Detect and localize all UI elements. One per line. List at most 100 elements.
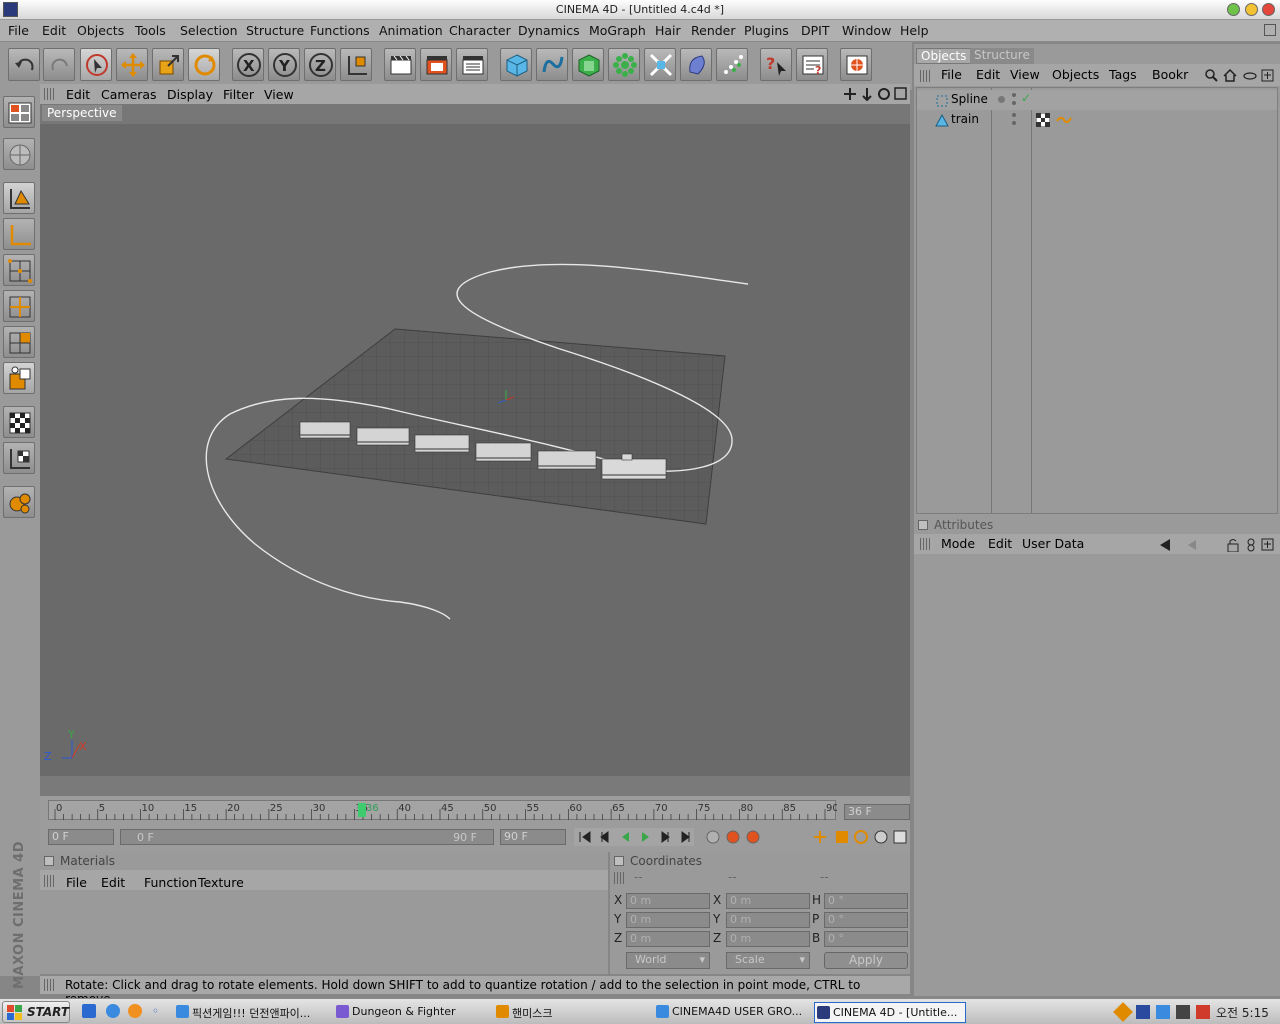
undo-icon[interactable]	[8, 48, 40, 81]
start-button[interactable]: START	[2, 1001, 70, 1023]
render-visibility-dot[interactable]	[1012, 93, 1016, 97]
viewport-menu-display[interactable]: Display	[167, 87, 213, 102]
quicklaunch-extra-icon[interactable]: ◦	[152, 1004, 162, 1018]
viewport-layout-icon[interactable]	[3, 96, 35, 128]
move-icon[interactable]	[116, 48, 148, 81]
tray-icon[interactable]	[1156, 1005, 1170, 1019]
task-item-dungeon[interactable]: Dungeon & Fighter	[334, 1002, 484, 1023]
tray-icon[interactable]	[1113, 1002, 1133, 1022]
materials-list[interactable]	[40, 890, 608, 972]
menu-selection[interactable]: Selection	[180, 23, 238, 38]
pos-z-field[interactable]: 0 m	[626, 931, 710, 947]
timeline-ruler[interactable]: 05101520253035404550556065707580859036	[48, 800, 837, 820]
pos-x-field[interactable]: 0 m	[626, 893, 710, 909]
apply-button[interactable]: Apply	[824, 952, 908, 969]
deformer-icon[interactable]	[644, 48, 676, 81]
uv-mode-icon[interactable]	[3, 442, 35, 474]
quicklaunch-ie-icon[interactable]	[106, 1004, 120, 1018]
tray-icon[interactable]	[1136, 1005, 1150, 1019]
render-visibility-dot[interactable]	[1012, 101, 1016, 105]
nurbs-icon[interactable]	[572, 48, 604, 81]
menu-edit[interactable]: Edit	[42, 23, 66, 38]
size-y-field[interactable]: 0 m	[726, 912, 810, 928]
task-item-cinema4d[interactable]: CINEMA 4D - [Untitle...	[814, 1002, 966, 1023]
materials-menu-edit[interactable]: Edit	[101, 875, 125, 890]
tray-icon[interactable]	[1176, 1005, 1190, 1019]
viewport-menu-view[interactable]: View	[264, 87, 294, 102]
menu-mograph[interactable]: MoGraph	[589, 23, 646, 38]
rot-b-field[interactable]: 0 °	[824, 931, 908, 947]
attributes-menu-user-data[interactable]: User Data	[1022, 536, 1084, 551]
editor-visibility-dot[interactable]	[998, 96, 1005, 103]
redo-icon[interactable]	[43, 48, 75, 81]
texture-mode-icon[interactable]	[3, 406, 35, 438]
viewport-nav-icons[interactable]	[843, 87, 907, 101]
objects-menu-edit[interactable]: Edit	[976, 67, 1000, 82]
maximize-button[interactable]	[1245, 3, 1258, 16]
object-mode-icon[interactable]	[3, 182, 35, 214]
edge-mode-icon[interactable]	[3, 290, 35, 322]
task-item-browser[interactable]: 픽션게임!!! 던전앤파이...	[174, 1002, 324, 1023]
attributes-menu-mode[interactable]: Mode	[941, 536, 975, 551]
objects-menu-view[interactable]: View	[1010, 67, 1040, 82]
help-cursor-icon[interactable]: ?	[760, 48, 792, 81]
tray-icon[interactable]	[1196, 1005, 1210, 1019]
spline-pen-icon[interactable]	[536, 48, 568, 81]
rotate-icon[interactable]	[188, 48, 220, 81]
rot-h-field[interactable]: 0 °	[824, 893, 908, 909]
materials-menu-texture[interactable]: Texture	[198, 875, 244, 890]
object-name-spline[interactable]: Spline	[951, 92, 988, 106]
quicklaunch-desktop-icon[interactable]	[82, 1004, 96, 1018]
coordinate-system-icon[interactable]	[340, 48, 372, 81]
z-axis-icon[interactable]: Z	[304, 48, 336, 81]
viewport-menu-edit[interactable]: Edit	[66, 87, 90, 102]
axis-mode-icon[interactable]	[3, 218, 35, 250]
size-x-field[interactable]: 0 m	[726, 893, 810, 909]
object-name-train[interactable]: train	[951, 112, 979, 126]
render-settings-icon[interactable]	[456, 48, 488, 81]
frame-range-slider[interactable]: 0 F 90 F	[120, 829, 494, 845]
render-visibility-dot[interactable]	[1012, 121, 1016, 125]
x-axis-icon[interactable]: X	[232, 48, 264, 81]
quicklaunch-media-icon[interactable]	[128, 1004, 142, 1018]
objects-header-icons[interactable]	[1204, 69, 1280, 83]
pos-y-field[interactable]: 0 m	[626, 912, 710, 928]
object-row-train[interactable]: train	[917, 110, 1277, 130]
start-frame-field[interactable]: 0 F	[48, 829, 114, 845]
end-frame-field[interactable]: 90 F	[500, 829, 566, 845]
current-frame-field[interactable]: 36 F	[844, 804, 910, 820]
tab-objects[interactable]: Objects	[916, 48, 972, 64]
point-mode-icon[interactable]	[3, 254, 35, 286]
panel-checkbox[interactable]	[918, 520, 928, 530]
menu-window[interactable]: Window	[842, 23, 891, 38]
particle-icon[interactable]	[716, 48, 748, 81]
layout-restore-icon[interactable]	[1264, 24, 1276, 36]
viewport-menu-filter[interactable]: Filter	[223, 87, 254, 102]
align-to-spline-tag-icon[interactable]	[1056, 114, 1072, 126]
texture-tag-icon[interactable]	[1036, 113, 1050, 127]
perspective-viewport[interactable]: Perspective Z Y X	[40, 104, 910, 796]
scale-icon[interactable]	[152, 48, 184, 81]
menu-character[interactable]: Character	[449, 23, 511, 38]
menu-plugins[interactable]: Plugins	[744, 23, 789, 38]
menu-render[interactable]: Render	[691, 23, 736, 38]
picture-viewer-icon[interactable]	[840, 48, 872, 81]
environment-icon[interactable]	[680, 48, 712, 81]
enabled-check-icon[interactable]: ✓	[1021, 91, 1031, 105]
render-view-icon[interactable]	[384, 48, 416, 81]
close-button[interactable]	[1262, 3, 1275, 16]
menu-animation[interactable]: Animation	[379, 23, 443, 38]
polygon-mode-icon[interactable]	[3, 326, 35, 358]
rot-p-field[interactable]: 0 °	[824, 912, 908, 928]
objects-menu-tags[interactable]: Tags	[1109, 67, 1137, 82]
sculpt-icon[interactable]	[3, 486, 35, 518]
objects-menu-bookmarks[interactable]: Bookr	[1152, 67, 1188, 82]
menu-tools[interactable]: Tools	[135, 23, 166, 38]
minimize-button[interactable]	[1227, 3, 1240, 16]
texture-axis-icon[interactable]	[3, 362, 35, 394]
menu-hair[interactable]: Hair	[655, 23, 681, 38]
materials-menu-function[interactable]: Function	[144, 875, 197, 890]
menu-dynamics[interactable]: Dynamics	[518, 23, 580, 38]
panel-checkbox[interactable]	[44, 856, 54, 866]
render-picture-icon[interactable]	[420, 48, 452, 81]
